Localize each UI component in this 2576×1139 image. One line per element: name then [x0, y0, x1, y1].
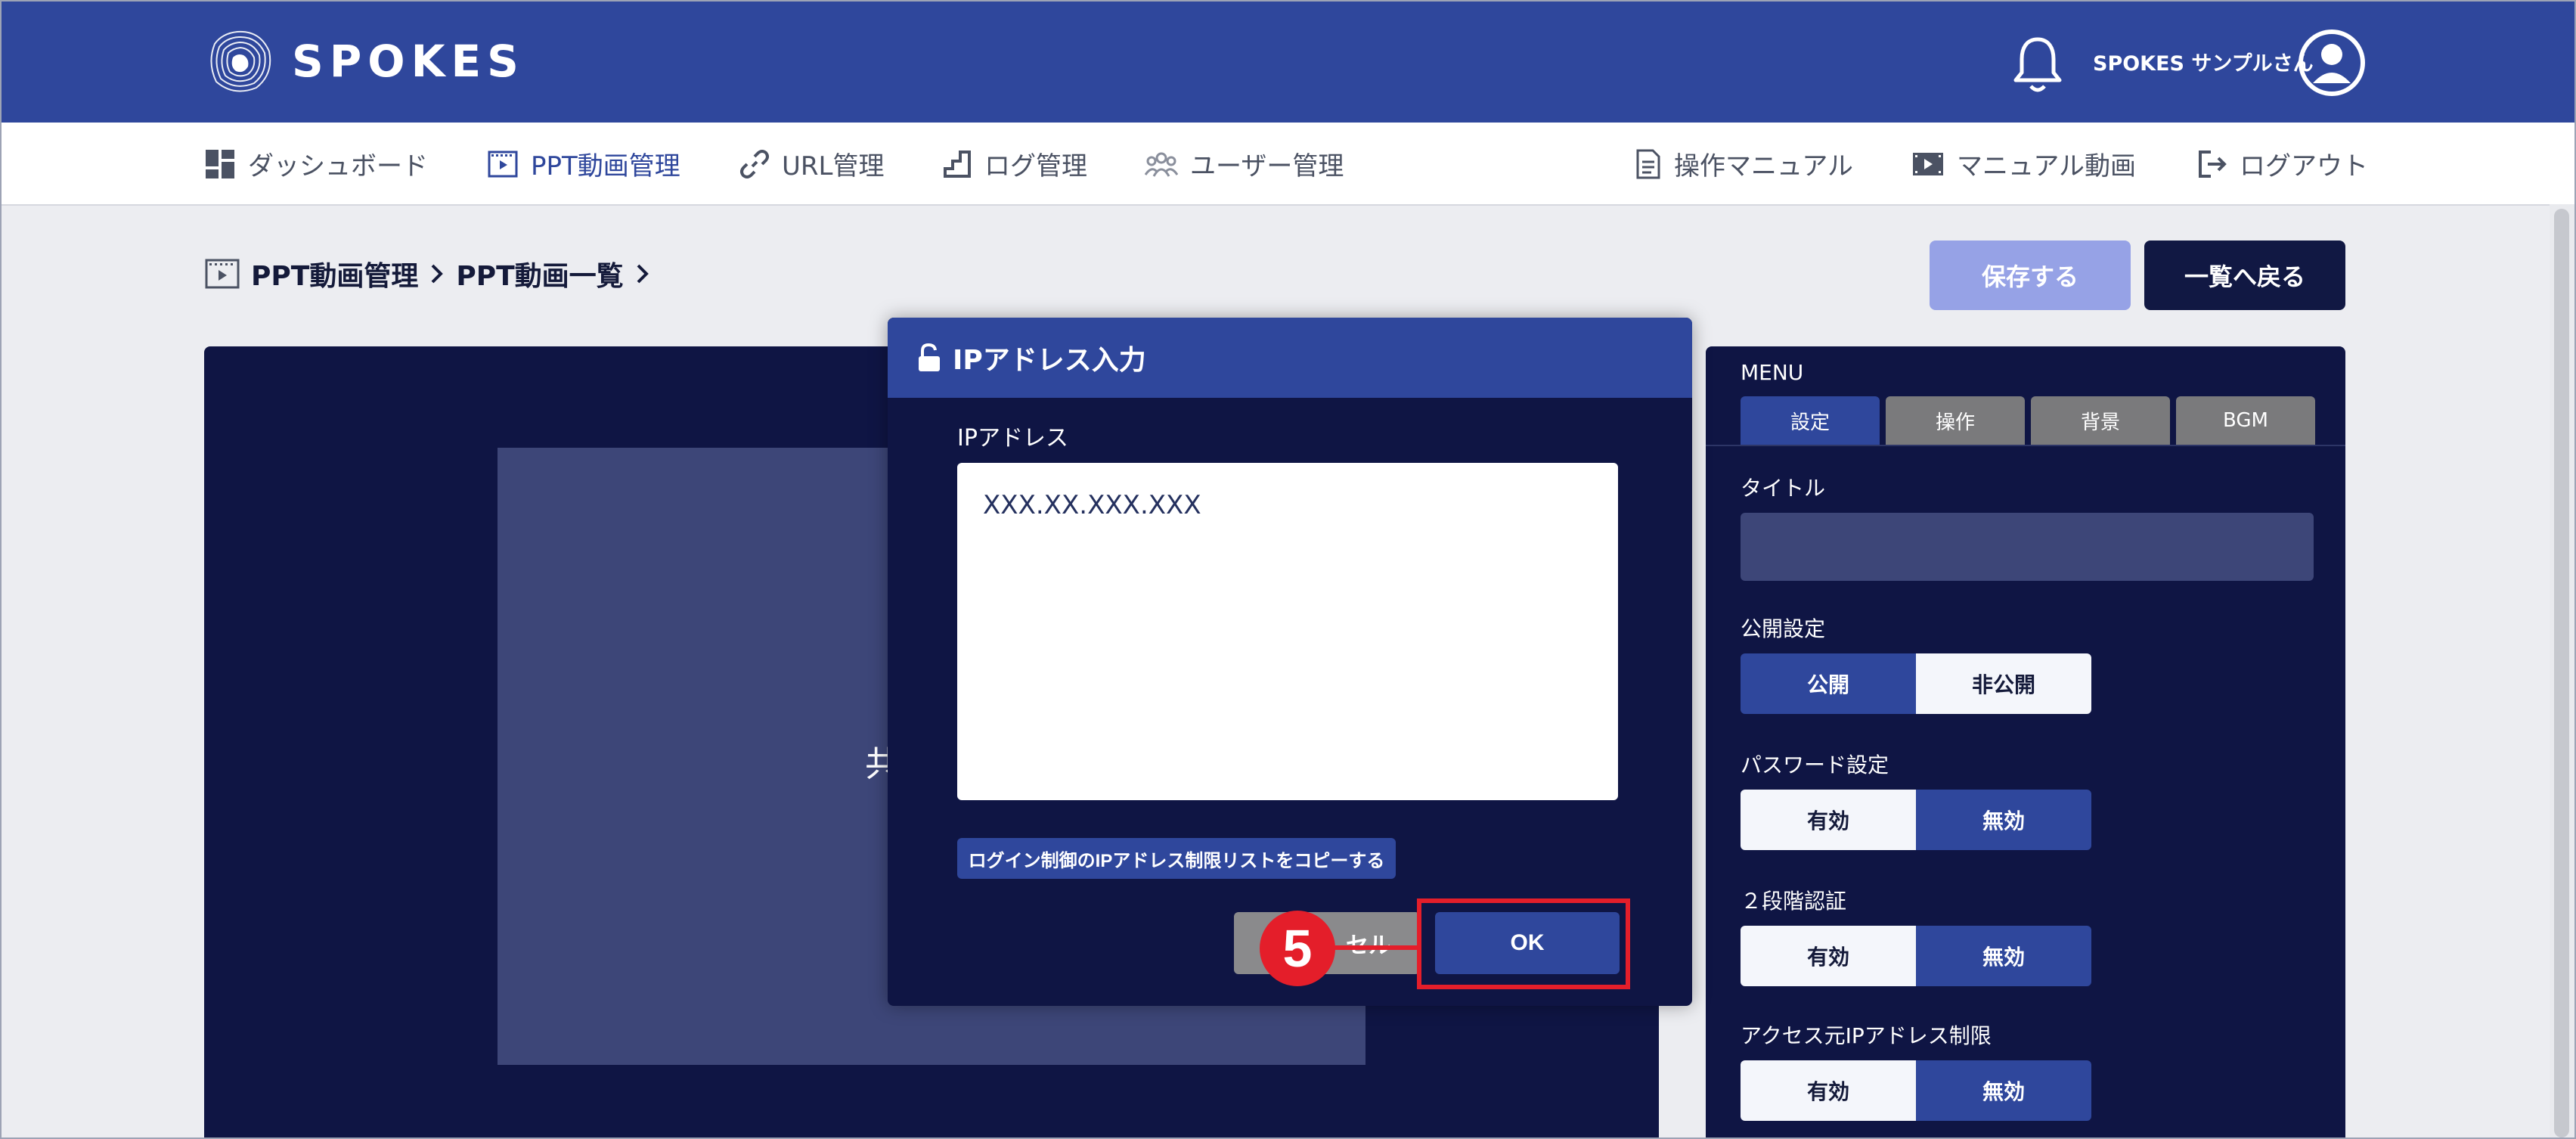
- nav-manual-video-label: マニュアル動画: [1957, 151, 2136, 182]
- app-frame: SPOKES SPOKES サンプルさん ダッシュボード PPT動画管理 URL…: [0, 0, 2576, 1139]
- users-icon: [1145, 152, 1178, 177]
- film-icon: [488, 151, 518, 177]
- dialog-title: IPアドレス入力: [953, 345, 1146, 376]
- breadcrumb: PPT動画管理 PPT動画一覧: [204, 254, 651, 293]
- save-button[interactable]: 保存する: [1930, 241, 2131, 310]
- twofactor-label: ２段階認証: [1741, 889, 1847, 914]
- publish-label: 公開設定: [1741, 616, 1826, 641]
- unlock-icon: [919, 343, 940, 371]
- ip-address-textarea[interactable]: XXX.XX.XXX.XXX: [957, 463, 1618, 800]
- password-enabled-button[interactable]: 有効: [1741, 790, 1916, 850]
- tab-divider: [1706, 445, 2345, 446]
- publish-on-button[interactable]: 公開: [1741, 653, 1916, 714]
- spokes-logo-icon: [210, 30, 271, 92]
- back-to-list-button[interactable]: 一覧へ戻る: [2144, 241, 2345, 310]
- nav-logout[interactable]: ログアウト: [2197, 145, 2368, 182]
- tab-background[interactable]: 背景: [2031, 396, 2170, 445]
- ip-disabled-button[interactable]: 無効: [1916, 1060, 2091, 1121]
- nav-log[interactable]: ログ管理: [942, 145, 1087, 182]
- top-header: SPOKES SPOKES サンプルさん: [2, 2, 2574, 123]
- settings-side-menu: MENU 設定 操作 背景 BGM タイトル 公開設定 公開 非公開 パスワード…: [1706, 346, 2345, 1137]
- publish-off-button[interactable]: 非公開: [1916, 653, 2091, 714]
- dialog-header: IPアドレス入力: [888, 318, 1692, 398]
- side-menu-title: MENU: [1741, 360, 1804, 385]
- user-name: SPOKES サンプルさん: [2093, 52, 2314, 76]
- ip-restriction-label: アクセス元IPアドレス制限: [1741, 1023, 1992, 1048]
- nav-logout-label: ログアウト: [2240, 151, 2368, 182]
- nav-user-label: ユーザー管理: [1190, 151, 1344, 182]
- nav-ppt-label: PPT動画管理: [531, 151, 680, 182]
- brand-name: SPOKES: [292, 36, 525, 87]
- password-toggle: 有効 無効: [1741, 790, 2091, 850]
- breadcrumb-item-ppt[interactable]: PPT動画管理: [251, 254, 418, 293]
- nav-ppt[interactable]: PPT動画管理: [487, 145, 680, 182]
- main-nav: ダッシュボード PPT動画管理 URL管理 ログ管理 ユーザー管理 操作マニュア…: [2, 123, 2574, 206]
- document-icon: [1636, 149, 1660, 178]
- notification-bell-icon[interactable]: [2011, 33, 2064, 94]
- chevron-right-icon: [431, 264, 444, 284]
- nav-manual-label: 操作マニュアル: [1674, 151, 1853, 182]
- step-connector-line: [1331, 945, 1420, 950]
- ip-restriction-toggle: 有効 無効: [1741, 1060, 2091, 1121]
- chevron-right-icon: [637, 264, 649, 284]
- nav-dashboard-label: ダッシュボード: [248, 151, 428, 182]
- twofactor-enabled-button[interactable]: 有効: [1741, 926, 1916, 986]
- password-disabled-button[interactable]: 無効: [1916, 790, 2091, 850]
- film-icon: [205, 259, 240, 289]
- brand-logo[interactable]: SPOKES: [200, 21, 525, 101]
- nav-log-label: ログ管理: [984, 151, 1087, 182]
- nav-url-label: URL管理: [782, 151, 885, 182]
- user-avatar-icon[interactable]: [2298, 29, 2366, 97]
- ip-enabled-button[interactable]: 有効: [1741, 1060, 1916, 1121]
- step-number-badge: 5: [1260, 911, 1335, 986]
- video-icon: [1913, 152, 1943, 175]
- ip-address-label: IPアドレス: [957, 425, 1068, 452]
- logout-icon: [2199, 150, 2227, 178]
- title-label: タイトル: [1741, 476, 1826, 501]
- ok-button-highlight: [1417, 898, 1630, 989]
- twofactor-toggle: 有効 無効: [1741, 926, 2091, 986]
- password-label: パスワード設定: [1741, 753, 1889, 777]
- tab-settings[interactable]: 設定: [1741, 396, 1880, 445]
- side-menu-tabs: 設定 操作 背景 BGM: [1741, 396, 2315, 445]
- twofactor-disabled-button[interactable]: 無効: [1916, 926, 2091, 986]
- nav-dashboard[interactable]: ダッシュボード: [204, 145, 428, 182]
- nav-url[interactable]: URL管理: [739, 145, 884, 182]
- page-scrollbar-thumb[interactable]: [2554, 209, 2569, 1137]
- tab-bgm[interactable]: BGM: [2176, 396, 2315, 445]
- tab-operation[interactable]: 操作: [1886, 396, 2025, 445]
- nav-manual-video[interactable]: マニュアル動画: [1911, 145, 2136, 182]
- dashboard-icon: [206, 149, 234, 178]
- breadcrumb-item-list[interactable]: PPT動画一覧: [456, 254, 623, 293]
- log-chart-icon: [944, 150, 971, 178]
- publish-toggle: 公開 非公開: [1741, 653, 2091, 714]
- nav-manual[interactable]: 操作マニュアル: [1633, 145, 1853, 182]
- title-input[interactable]: [1741, 513, 2314, 581]
- link-icon: [740, 149, 769, 178]
- copy-ip-list-button[interactable]: ログイン制御のIPアドレス制限リストをコピーする: [957, 838, 1396, 879]
- nav-user[interactable]: ユーザー管理: [1145, 145, 1344, 182]
